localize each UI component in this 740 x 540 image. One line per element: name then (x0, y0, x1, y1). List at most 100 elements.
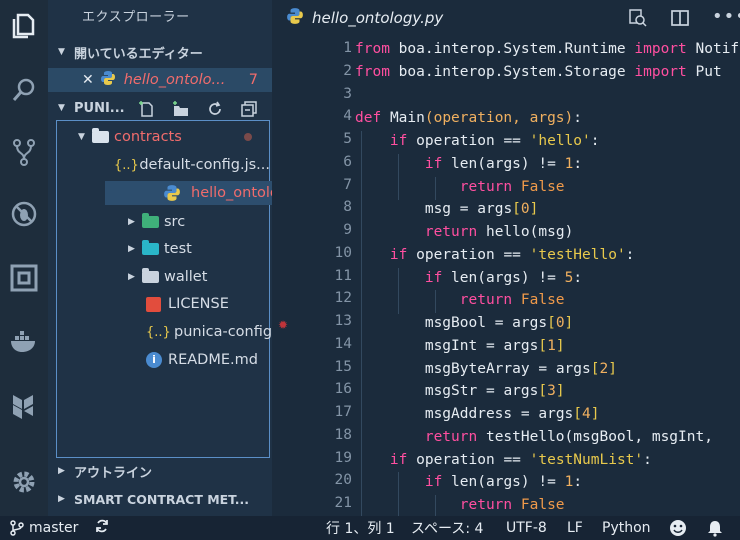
code-area[interactable]: from boa.interop.System.Runtime import N… (355, 36, 740, 516)
line-number: 10 (334, 245, 352, 261)
branch-name: master (29, 520, 79, 536)
line-number: 4 (343, 108, 352, 124)
folder-test-icon (142, 240, 164, 255)
line-number: 15 (334, 359, 352, 375)
tree-item-label: test (164, 241, 192, 257)
tree-item-test[interactable]: ▶ test (128, 237, 192, 261)
code-line-11: if len(args) != 5: (424, 270, 583, 286)
tree-item-label: README.md (168, 352, 258, 368)
line-number: 11 (334, 268, 352, 284)
open-editor-item[interactable]: ✕ hello_ontolo... 7 (48, 68, 272, 92)
search-icon[interactable] (8, 74, 40, 106)
code-line-2: from boa.interop.System.Storage import P… (355, 64, 722, 80)
python-file-icon (100, 70, 116, 90)
explorer-icon[interactable] (8, 10, 40, 42)
code-line-20: if len(args) != 1: (424, 474, 583, 490)
open-editors-label: 開いているエディター (74, 46, 203, 62)
refresh-icon[interactable] (206, 100, 224, 118)
tree-item-label: LICENSE (168, 296, 229, 312)
outline-section[interactable]: ▶ アウトライン (48, 459, 272, 483)
chevron-right-icon: ▶ (58, 494, 65, 504)
problems-badge: 7 (248, 72, 258, 88)
split-editor-icon[interactable] (670, 8, 690, 32)
breakpoint-icon[interactable]: ✹ (278, 318, 288, 332)
line-number: 5 (343, 131, 352, 147)
info-icon: i (146, 352, 168, 368)
python-file-icon (286, 7, 304, 29)
debug-icon[interactable] (8, 198, 40, 230)
tree-item-contracts[interactable]: ▼ contracts (78, 125, 268, 149)
code-line-4: def Main(operation, args): (355, 110, 582, 126)
code-line-7: return False (459, 179, 565, 195)
explorer-toolbar (138, 100, 258, 118)
code-line-1: from boa.interop.System.Runtime import N… (355, 41, 740, 57)
folder-open-icon (92, 128, 114, 143)
cursor-position[interactable]: 行 1、列 1 (326, 518, 395, 538)
tree-item-label: src (164, 214, 186, 230)
code-line-19: if operation == 'testNumList': (389, 452, 652, 468)
gear-icon[interactable] (8, 466, 40, 498)
tree-item-label: default-config.js... (139, 157, 270, 173)
open-changes-icon[interactable] (628, 8, 648, 32)
new-folder-icon[interactable] (172, 100, 190, 118)
project-label: PUNI... (74, 100, 125, 116)
docker-icon[interactable] (8, 326, 40, 358)
tree-item-label: contracts (114, 129, 182, 145)
folder-src-icon (142, 213, 164, 228)
terraform-icon[interactable] (8, 390, 40, 422)
new-file-icon[interactable] (138, 100, 156, 118)
code-line-6: if len(args) != 1: (424, 156, 583, 172)
branch-item[interactable]: master (10, 520, 78, 536)
chevron-right-icon: ▶ (128, 244, 135, 254)
line-number: 6 (343, 154, 352, 170)
collapse-all-icon[interactable] (240, 100, 258, 118)
line-number-gutter: 1 2 3 4 5 6 7 8 9 10 11 12 13 14 15 16 1… (272, 36, 352, 516)
editor-tab-bar: hello_ontology.py ••• (272, 0, 740, 36)
modified-dot (244, 133, 252, 141)
feedback-icon[interactable] (669, 519, 687, 540)
line-number: 2 (343, 63, 352, 79)
chevron-down-icon: ▼ (58, 47, 65, 57)
language-mode[interactable]: Python (602, 520, 651, 536)
chevron-right-icon: ▶ (128, 272, 135, 282)
line-number: 19 (334, 450, 352, 466)
code-editor[interactable]: 1 2 3 4 5 6 7 8 9 10 11 12 13 14 15 16 1… (272, 36, 740, 516)
code-line-17: msgAddress = args[4] (424, 406, 600, 422)
line-number: 12 (334, 290, 352, 306)
line-ending[interactable]: LF (567, 520, 583, 536)
line-number: 7 (343, 177, 352, 193)
code-line-18: return testHello(msgBool, msgInt, (424, 429, 713, 445)
code-line-8: msg = args[0] (424, 201, 539, 217)
folder-icon (142, 268, 164, 283)
tab-hello-ontology[interactable]: hello_ontology.py (272, 0, 472, 36)
line-number: 13 (334, 313, 352, 329)
indentation[interactable]: スペース: 4 (411, 518, 483, 538)
tree-item-readme[interactable]: i README.md (146, 348, 258, 372)
status-bar: master 行 1、列 1 スペース: 4 UTF-8 LF Python (0, 516, 740, 540)
license-icon (146, 296, 168, 312)
line-number: 9 (343, 222, 352, 238)
tree-item-default-config[interactable]: {..} default-config.js... (114, 153, 270, 177)
close-icon[interactable]: ✕ (82, 72, 94, 88)
tree-item-license[interactable]: LICENSE (146, 292, 229, 316)
source-control-icon[interactable] (8, 136, 40, 168)
chevron-right-icon: ▶ (128, 217, 135, 227)
code-line-13: msgBool = args[0] (424, 315, 574, 331)
line-number: 17 (334, 404, 352, 420)
more-actions-icon[interactable]: ••• (712, 6, 740, 27)
smart-contract-section[interactable]: ▶ SMART CONTRACT MET... (48, 487, 272, 511)
tree-item-src[interactable]: ▶ src (128, 210, 185, 234)
json-icon: {..} (146, 324, 171, 340)
open-editors-section[interactable]: ▼ 開いているエディター (48, 40, 272, 64)
smart-contract-label: SMART CONTRACT MET... (74, 491, 250, 507)
code-line-21: return False (459, 497, 565, 513)
code-line-9: return hello(msg) (424, 224, 574, 240)
sync-icon[interactable] (94, 518, 110, 538)
code-line-14: msgInt = args[1] (424, 338, 565, 354)
code-line-16: msgStr = args[3] (424, 383, 565, 399)
extensions-icon[interactable] (8, 262, 40, 294)
tree-item-wallet[interactable]: ▶ wallet (128, 265, 207, 289)
bell-icon[interactable] (706, 519, 724, 540)
encoding[interactable]: UTF-8 (506, 520, 547, 536)
json-icon: {..} (114, 157, 139, 173)
